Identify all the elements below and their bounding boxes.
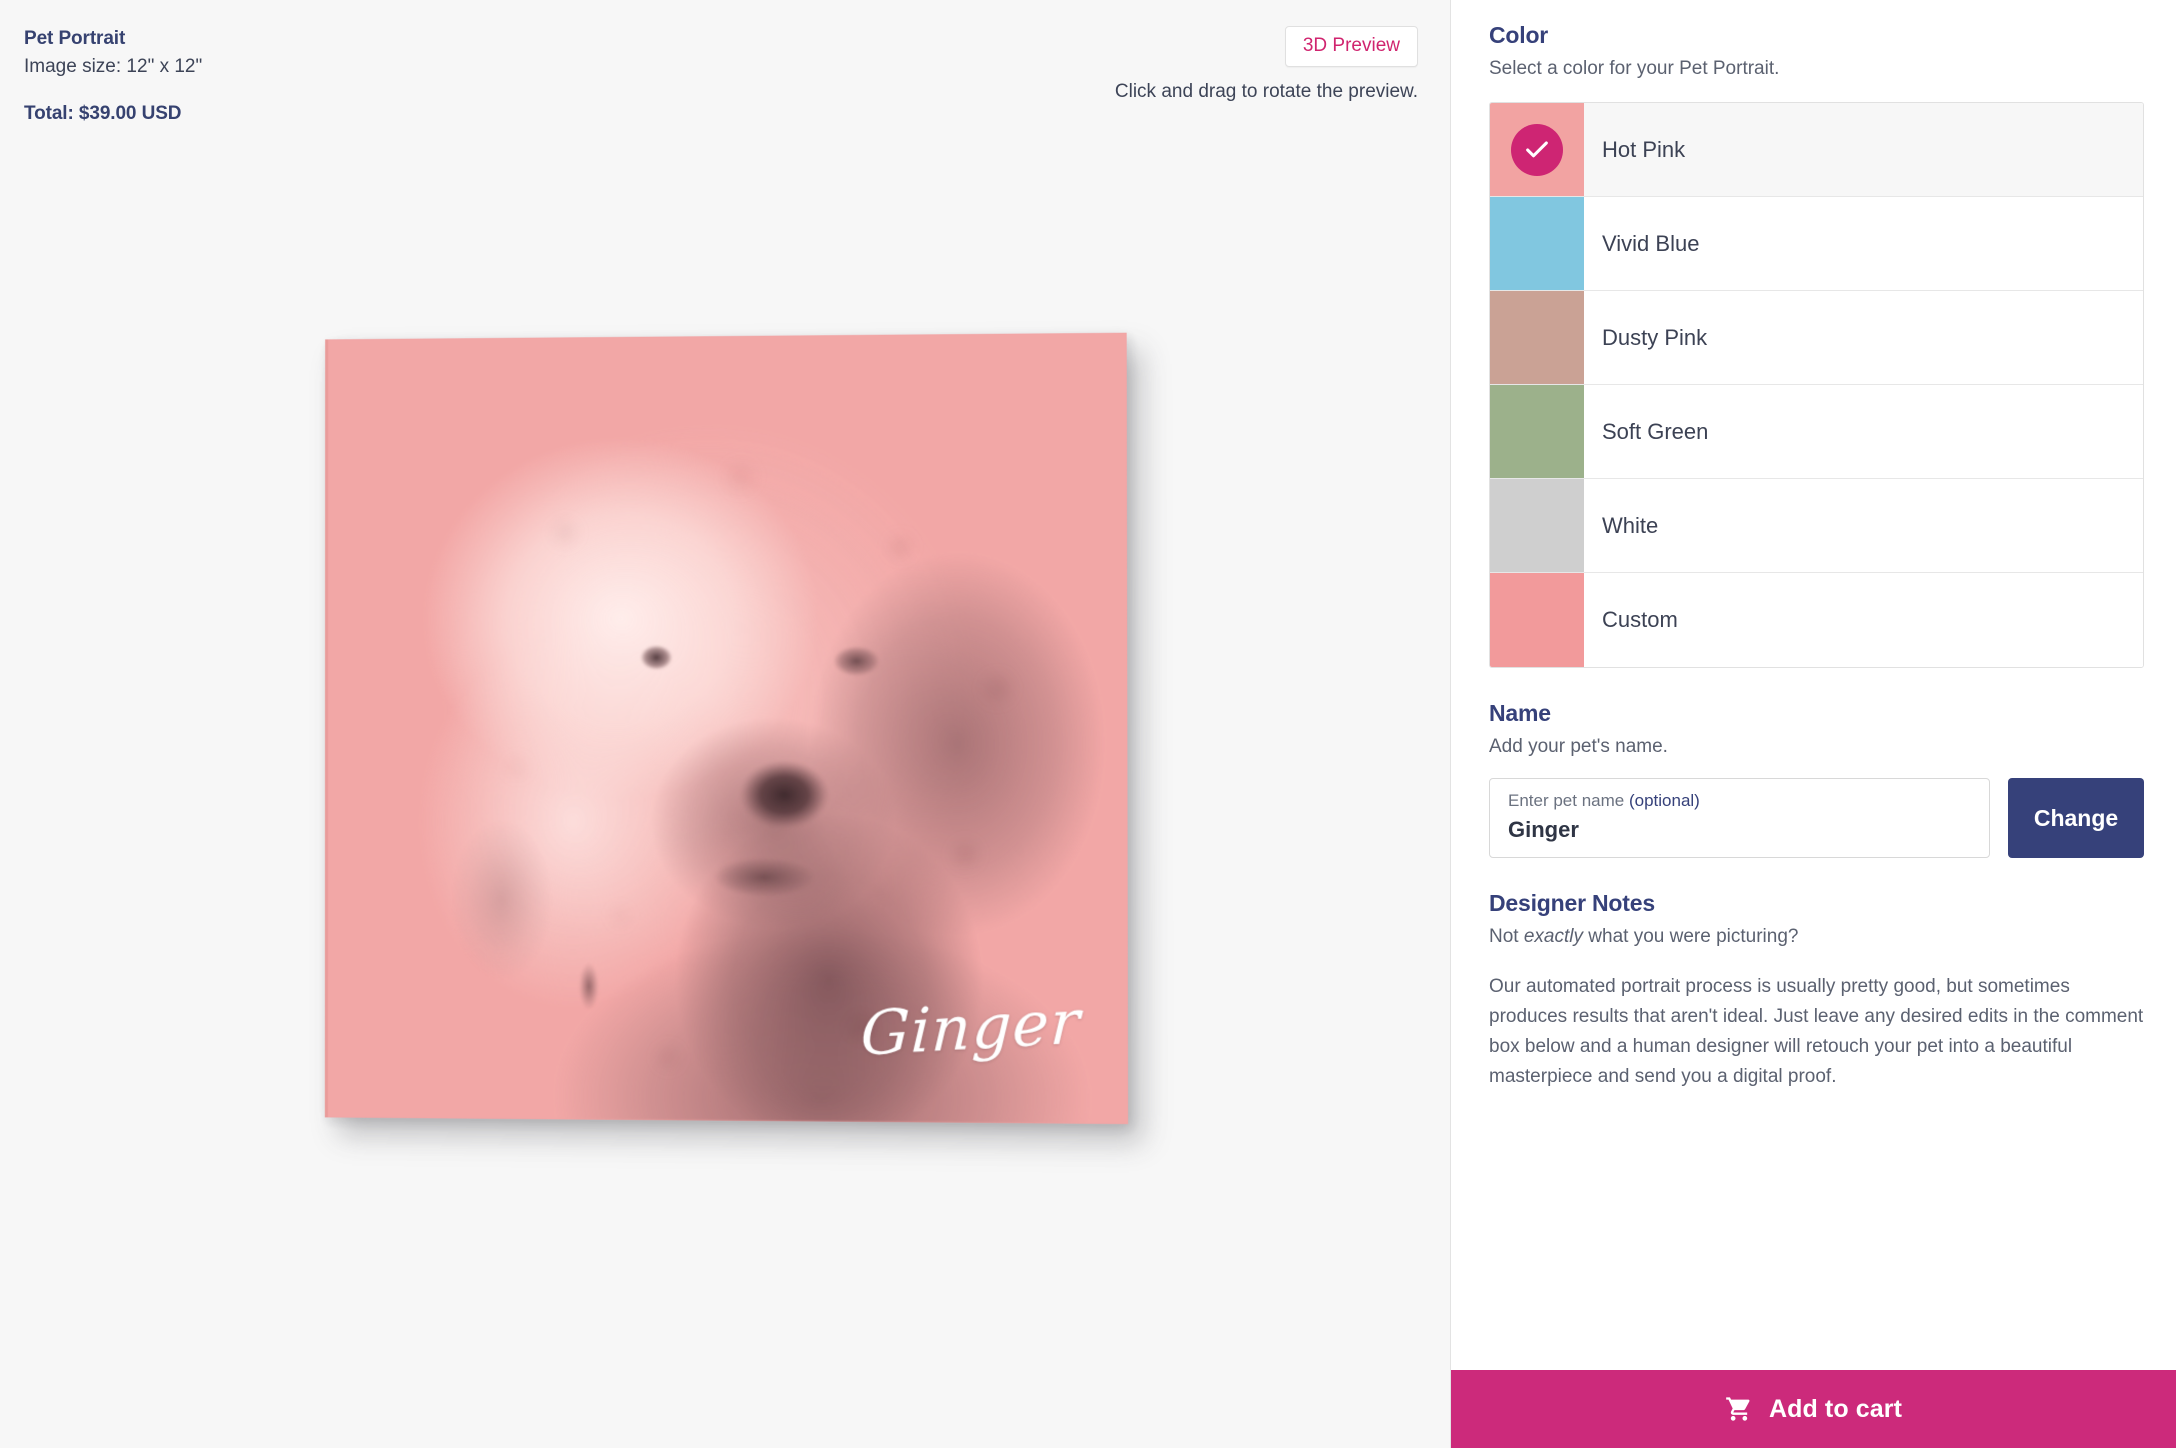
pet-name-label: Enter pet name (optional) — [1508, 791, 1971, 811]
total-price: Total: $39.00 USD — [24, 103, 182, 125]
color-swatch-row[interactable]: Custom — [1490, 573, 2143, 667]
canvas-stage: Ginger — [0, 0, 1450, 1448]
options-pane: Color Select a color for your Pet Portra… — [1450, 0, 2176, 1448]
color-swatch-row[interactable]: Dusty Pink — [1490, 291, 2143, 385]
color-swatch-label: Custom — [1602, 607, 1678, 632]
name-subtitle: Add your pet's name. — [1489, 736, 1668, 757]
pet-portrait-artwork[interactable]: Ginger — [324, 332, 1129, 1125]
notes-lead-prefix: Not — [1489, 926, 1524, 947]
preview-controls: 3D Preview Click and drag to rotate the … — [1115, 26, 1418, 103]
check-icon — [1511, 123, 1563, 176]
page-title: Pet Portrait — [24, 28, 126, 49]
pet-name-signature: Ginger — [858, 986, 1082, 1070]
pet-name-field[interactable]: Enter pet name (optional) — [1489, 778, 1990, 858]
pet-name-optional-tag: (optional) — [1628, 791, 1700, 810]
options-scroll-area[interactable]: Color Select a color for your Pet Portra… — [1451, 0, 2176, 1448]
artwork-rotator[interactable]: Ginger — [324, 332, 1129, 1129]
product-meta: Pet Portrait Image size: 12" x 12" Total… — [24, 26, 202, 127]
color-swatch-label: Dusty Pink — [1602, 324, 1708, 350]
pet-name-input[interactable] — [1508, 817, 1971, 843]
product-customizer-app: Pet Portrait Image size: 12" x 12" Total… — [0, 0, 2176, 1448]
name-controls: Enter pet name (optional) Change — [1489, 778, 2144, 858]
color-swatch-label: Soft Green — [1602, 418, 1709, 444]
color-swatch-chip[interactable] — [1490, 479, 1584, 572]
pet-name-label-main: Enter pet name — [1508, 791, 1629, 810]
color-subtitle: Select a color for your Pet Portrait. — [1489, 58, 1780, 79]
image-size-label: Image size: 12" x 12" — [24, 55, 203, 77]
color-swatch-row[interactable]: White — [1490, 479, 2143, 573]
notes-lead-emphasis: exactly — [1523, 926, 1583, 947]
add-to-cart-button[interactable]: Add to cart — [1451, 1370, 2176, 1448]
color-section: Color Select a color for your Pet Portra… — [1489, 22, 2144, 668]
color-swatch-chip[interactable] — [1490, 573, 1584, 667]
color-swatch-label: White — [1602, 512, 1659, 538]
add-to-cart-label: Add to cart — [1768, 1394, 1903, 1423]
notes-lead-suffix: what you were picturing? — [1583, 926, 1799, 947]
color-swatch-chip[interactable] — [1490, 197, 1584, 290]
color-swatch-row[interactable]: Hot Pink — [1490, 103, 2143, 197]
color-swatch-chip[interactable] — [1490, 291, 1584, 384]
color-swatch-row[interactable]: Soft Green — [1490, 385, 2143, 479]
color-swatch-chip[interactable] — [1490, 103, 1584, 196]
color-swatch-label: Vivid Blue — [1602, 230, 1700, 256]
color-swatch-row[interactable]: Vivid Blue — [1490, 197, 2143, 291]
shopping-cart-icon — [1725, 1395, 1753, 1423]
rotate-hint-text: Click and drag to rotate the preview. — [1114, 81, 1418, 102]
designer-notes-section: Designer Notes Not exactly what you were… — [1489, 890, 2144, 1092]
color-heading: Color — [1489, 22, 1549, 48]
color-swatch-label: Hot Pink — [1602, 136, 1686, 162]
3d-preview-button[interactable]: 3D Preview — [1284, 26, 1418, 67]
name-heading: Name — [1489, 700, 1551, 726]
designer-notes-lead: Not exactly what you were picturing? — [1489, 926, 2144, 948]
designer-notes-body: Our automated portrait process is usuall… — [1489, 976, 2144, 1088]
preview-pane: Pet Portrait Image size: 12" x 12" Total… — [0, 0, 1450, 1448]
change-name-button[interactable]: Change — [2008, 778, 2144, 858]
color-swatch-chip[interactable] — [1490, 385, 1584, 478]
designer-notes-heading: Designer Notes — [1489, 890, 1655, 916]
name-section: Name Add your pet's name. Enter pet name… — [1489, 700, 2144, 858]
color-swatch-list: Hot Pink Vivid Blue Dusty Pink Soft Green Wh… — [1489, 102, 2144, 668]
